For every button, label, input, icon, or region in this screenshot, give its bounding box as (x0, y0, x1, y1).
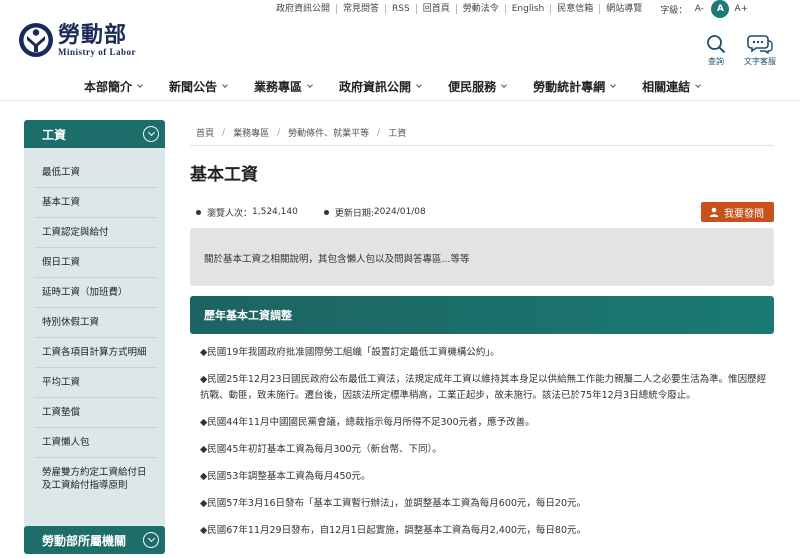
updated-label: 更新日期: (334, 208, 374, 219)
sidebar-item-wage-arrears[interactable]: 工資墊償 (34, 398, 157, 428)
sidebar-item-wage-guide[interactable]: 工資懶人包 (34, 428, 157, 458)
history-list: ◆民國19年我國政府批准國際勞工組織「設置訂定最低工資機構公約」。 ◆民國25年… (190, 342, 774, 544)
header-tools: 查詢 文字客服 (688, 34, 776, 67)
list-item: ◆民國25年12月23日國民政府公布最低工資法，法規定成年工資以維持其本身足以供… (200, 374, 767, 401)
page-meta: 瀏覽人次： 1,524,140 更新日期: 2024/01/08 我要發問 (190, 202, 774, 222)
person-icon (709, 207, 719, 217)
utility-bar: 政府資訊公開 常見問答 RSS 回首頁 勞動法令 English 民意信箱 網站… (270, 0, 800, 18)
util-link-sitemap[interactable]: 網站導覽 (600, 4, 648, 14)
sidebar-title: 工資 (42, 127, 67, 142)
list-item: ◆民國45年初訂基本工資為每月300元（新台幣、下同）。 (200, 444, 442, 455)
search-label: 查詢 (708, 57, 724, 66)
chat-bubble-icon (747, 35, 773, 54)
bullet-icon (323, 209, 329, 215)
breadcrumb-business[interactable]: 業務專區 (233, 126, 269, 139)
util-link-faq[interactable]: 常見問答 (337, 4, 387, 14)
sidebar-item-average-wage[interactable]: 平均工資 (34, 368, 157, 398)
breadcrumb-labor-conditions[interactable]: 勞動條件、就業平等 (288, 126, 369, 139)
breadcrumb-separator: / (222, 127, 226, 138)
text-service-label: 文字客服 (744, 57, 776, 66)
util-link-gov-info[interactable]: 政府資訊公開 (270, 4, 338, 14)
search-icon (707, 35, 726, 54)
sidebar-agencies-title: 勞動部所屬機關 (42, 533, 127, 548)
ask-question-button[interactable]: 我要發問 (701, 202, 774, 222)
ask-question-label: 我要發問 (724, 208, 764, 220)
logo-name-en: Ministry of Labor (58, 47, 136, 57)
sidebar-item-overtime-wage[interactable]: 延時工資（加班費） (34, 278, 157, 308)
sidebar-item-payment-principles[interactable]: 勞雇雙方約定工資給付日及工資給付指導原則 (34, 458, 157, 500)
views-label: 瀏覽人次： (207, 208, 253, 219)
updated-date: 2024/01/08 (373, 207, 426, 217)
search-button[interactable]: 查詢 (706, 34, 726, 67)
chevron-down-icon (695, 82, 701, 88)
page-summary: 關於基本工資之相關說明，其包含懶人包以及問與答專區...等等 (190, 228, 774, 286)
sidebar-item-holiday-wage[interactable]: 假日工資 (34, 248, 157, 278)
util-link-mailbox[interactable]: 民意信箱 (551, 4, 601, 14)
font-size-large-button[interactable]: A+ (732, 0, 750, 18)
sidebar: 工資 最低工資 基本工資 工資認定與給付 假日工資 延時工資（加班費） 特別休假… (24, 120, 165, 532)
list-item: ◆民國19年我國政府批准國際勞工組織「設置訂定最低工資機構公約」。 (200, 347, 500, 358)
breadcrumb-home[interactable]: 首頁 (196, 126, 214, 139)
chevron-down-icon[interactable] (143, 532, 159, 548)
views-count: 1,524,140 (252, 207, 298, 217)
sidebar-item-wage-payment[interactable]: 工資認定與給付 (34, 218, 157, 248)
list-item: ◆民國53年調整基本工資為每月450元。 (200, 471, 371, 482)
logo-name-zh: 勞動部 (58, 22, 128, 48)
chevron-down-icon[interactable] (143, 126, 159, 142)
chevron-down-icon (307, 82, 313, 88)
text-service-button[interactable]: 文字客服 (744, 34, 776, 67)
nav-item-statistics[interactable]: 勞動統計專網 (533, 78, 616, 95)
font-size-label: 字級： (660, 5, 688, 16)
font-size-small-button[interactable]: A- (690, 0, 708, 18)
sidebar-item-calculation[interactable]: 工資各項目計算方式明細 (34, 338, 157, 368)
breadcrumb-wage[interactable]: 工資 (388, 126, 406, 139)
section-heading: 歷年基本工資調整 (190, 296, 774, 334)
chevron-down-icon (501, 82, 507, 88)
list-item: ◆民國57年3月16日發布「基本工資暫行辦法」，並調整基本工資為每月600元，每… (200, 498, 586, 509)
sidebar-item-leave-wage[interactable]: 特別休假工資 (34, 308, 157, 338)
breadcrumb: 首頁 / 業務專區 / 勞動條件、就業平等 / 工資 (190, 120, 774, 146)
site-logo[interactable]: 勞動部 Ministry of Labor (18, 22, 136, 58)
nav-divider (0, 100, 800, 101)
ministry-emblem-icon (19, 23, 53, 57)
breadcrumb-separator: / (377, 127, 381, 138)
nav-item-business[interactable]: 業務專區 (254, 78, 313, 95)
main-content: 首頁 / 業務專區 / 勞動條件、就業平等 / 工資 基本工資 瀏覽人次： 1,… (190, 120, 774, 547)
list-item: ◆民國67年11月29日發布，自12月1日起實施，調整基本工資為每月2,400元… (200, 525, 586, 536)
nav-item-news[interactable]: 新聞公告 (169, 78, 228, 95)
chevron-down-icon (416, 82, 422, 88)
sidebar-menu: 最低工資 基本工資 工資認定與給付 假日工資 延時工資（加班費） 特別休假工資 … (24, 148, 165, 532)
util-link-english[interactable]: English (506, 4, 552, 14)
breadcrumb-separator: / (277, 127, 281, 138)
util-link-rss[interactable]: RSS (386, 4, 417, 14)
main-nav: 本部簡介 新聞公告 業務專區 政府資訊公開 便民服務 勞動統計專網 相關連結 (84, 78, 727, 95)
util-link-labor-law[interactable]: 勞動法令 (457, 4, 506, 14)
sidebar-header[interactable]: 工資 (24, 120, 165, 148)
chevron-down-icon (222, 82, 228, 88)
chevron-down-icon (137, 82, 143, 88)
font-size-medium-button[interactable]: A (711, 0, 730, 18)
nav-item-about[interactable]: 本部簡介 (84, 78, 143, 95)
nav-item-services[interactable]: 便民服務 (448, 78, 507, 95)
chevron-down-icon (610, 82, 616, 88)
page-title: 基本工資 (190, 165, 258, 185)
sidebar-item-minimum-wage[interactable]: 最低工資 (34, 158, 157, 188)
sidebar-item-basic-wage[interactable]: 基本工資 (34, 188, 157, 218)
nav-item-gov-info[interactable]: 政府資訊公開 (339, 78, 422, 95)
list-item: ◆民國44年11月中國國民黨會議，總裁指示每月所得不足300元者，應予改善。 (200, 417, 535, 428)
font-size-control: 字級： A- A A+ (660, 0, 750, 18)
nav-item-links[interactable]: 相關連結 (642, 78, 701, 95)
util-link-home[interactable]: 回首頁 (417, 4, 457, 14)
bullet-icon (196, 209, 201, 215)
sidebar-agencies-header[interactable]: 勞動部所屬機關 (24, 526, 165, 554)
